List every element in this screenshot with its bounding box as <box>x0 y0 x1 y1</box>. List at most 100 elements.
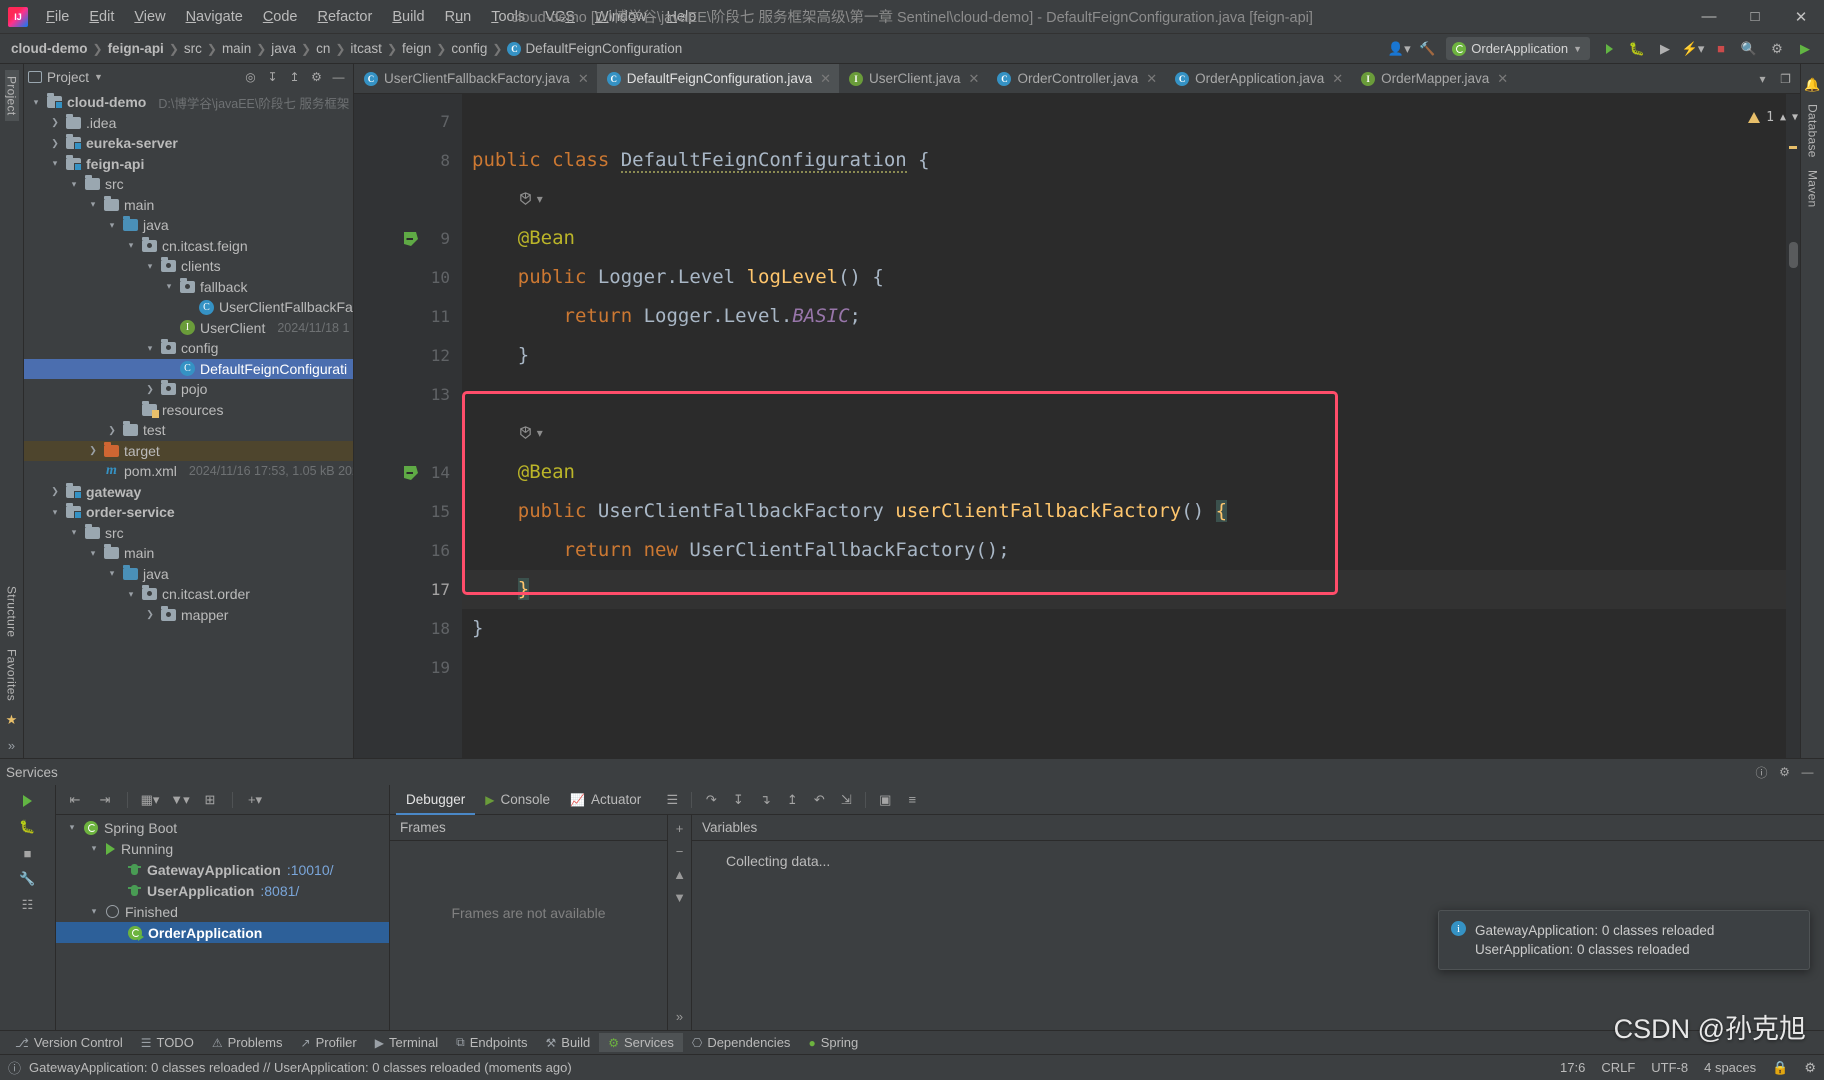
drop-frame-icon[interactable]: ↶ <box>806 788 832 812</box>
chevron-right-icon[interactable]: ❯ <box>49 487 61 496</box>
file-encoding[interactable]: UTF-8 <box>1651 1060 1688 1075</box>
toolwindow-button-terminal[interactable]: ▶ Terminal <box>366 1033 447 1052</box>
move-up-icon[interactable]: ▲ <box>673 867 686 882</box>
debug-button[interactable]: 🐛 <box>15 815 41 839</box>
project-tree-item[interactable]: ❯ eureka-server <box>24 133 353 154</box>
tab-actuator[interactable]: 📈 Actuator <box>560 785 651 815</box>
status-info-icon[interactable]: ⓘ <box>8 1058 21 1077</box>
editor-tab[interactable]: C UserClientFallbackFactory.java ✕ <box>354 64 597 93</box>
toolwindow-button-services[interactable]: ⚙ Services <box>599 1033 683 1052</box>
breadcrumb-cloud-demo[interactable]: cloud-demo <box>8 39 91 58</box>
breadcrumb-main[interactable]: main <box>219 39 254 58</box>
services-item-port[interactable]: :8081/ <box>260 883 299 899</box>
project-tree-item[interactable]: ❯ gateway <box>24 482 353 503</box>
services-item-port[interactable]: :10010/ <box>287 862 334 878</box>
expand-strip-icon[interactable]: » <box>8 733 15 758</box>
project-tree-item[interactable]: ▾ feign-api <box>24 154 353 175</box>
chevron-down-icon[interactable]: ▾ <box>106 569 118 578</box>
layout-icon[interactable]: ☷ <box>15 893 41 917</box>
breadcrumb-src[interactable]: src <box>181 39 205 58</box>
expand-more-icon[interactable]: » <box>676 1009 683 1030</box>
tool-button-maven[interactable]: Maven <box>1806 164 1820 214</box>
breadcrumb-feign-api[interactable]: feign-api <box>105 39 167 58</box>
close-button[interactable]: ✕ <box>1778 0 1824 34</box>
menu-file[interactable]: File <box>36 5 79 29</box>
preview-icon[interactable]: ❐ <box>1775 68 1796 89</box>
close-tab-icon[interactable]: ✕ <box>1146 71 1157 87</box>
services-tree-item[interactable]: UserApplication:8081/ <box>56 880 389 901</box>
project-tree-item[interactable]: ▾ java <box>24 564 353 585</box>
add-icon[interactable]: +▾ <box>242 788 268 812</box>
user-avatar-icon[interactable]: 👤▾ <box>1386 37 1412 61</box>
breadcrumb-feign[interactable]: feign <box>399 39 434 58</box>
inspection-icon[interactable]: ⚙ <box>1804 1060 1816 1076</box>
chevron-right-icon[interactable]: ❯ <box>144 384 156 394</box>
services-tree-item[interactable]: GatewayApplication:10010/ <box>56 859 389 880</box>
tool-button-project[interactable]: Project <box>4 70 19 122</box>
tabs-dropdown-icon[interactable]: ▾ <box>1752 68 1773 89</box>
minimize-button[interactable]: — <box>1686 0 1732 34</box>
indent-setting[interactable]: 4 spaces <box>1704 1060 1756 1075</box>
spring-bean-gutter-icon[interactable] <box>402 230 420 248</box>
close-tab-icon[interactable]: ✕ <box>820 71 831 87</box>
settings-gear-icon[interactable]: ⚙ <box>306 67 327 88</box>
chevron-down-icon[interactable]: ▾ <box>106 220 118 230</box>
group-by-icon[interactable]: ▦▾ <box>137 788 163 812</box>
editor-tab-bar[interactable]: C UserClientFallbackFactory.java ✕ C Default… <box>354 64 1800 94</box>
chevron-down-icon[interactable]: ▾ <box>125 241 137 250</box>
layout-settings-icon[interactable]: ☰ <box>659 788 685 812</box>
chevron-right-icon[interactable]: ❯ <box>49 118 61 127</box>
editor-tab[interactable]: C OrderApplication.java ✕ <box>1165 64 1351 93</box>
expand-all-icon[interactable]: ↧ <box>262 67 283 88</box>
toolwindow-button-version-control[interactable]: ⎇ Version Control <box>6 1033 132 1052</box>
chevron-down-icon[interactable]: ▾ <box>163 282 175 291</box>
search-icon[interactable]: 🔍 <box>1736 37 1762 61</box>
editor-tab[interactable]: C DefaultFeignConfiguration.java ✕ <box>596 64 839 93</box>
project-tree-item[interactable]: ▾ clients <box>24 256 353 277</box>
close-tab-icon[interactable]: ✕ <box>1332 71 1343 87</box>
chevron-down-icon[interactable]: ▾ <box>66 823 78 832</box>
tool-button-favorites[interactable]: Favorites <box>5 643 19 707</box>
project-tree-item[interactable]: ▾ config <box>24 338 353 359</box>
settings-wrench-icon[interactable]: 🔧 <box>15 867 41 891</box>
spring-bean-inlay-icon[interactable]: ▾ <box>518 414 543 453</box>
debug-icon[interactable]: 🐛 <box>1624 37 1650 61</box>
project-tree-item[interactable]: ▾ java <box>24 215 353 236</box>
project-tree-item[interactable]: C DefaultFeignConfigurati <box>24 358 353 379</box>
editor-tab[interactable]: I OrderMapper.java ✕ <box>1351 64 1516 93</box>
project-file-tree[interactable]: ▾ cloud-demo D:\博学谷\javaEE\阶段七 服务框架 ❯ .idea ❯… <box>24 90 353 758</box>
tab-console[interactable]: ▶ Console <box>475 785 560 815</box>
menu-run[interactable]: Run <box>435 5 482 29</box>
project-tree-item[interactable]: ▾ order-service <box>24 502 353 523</box>
settings-gear-icon[interactable]: ⚙ <box>1774 762 1795 783</box>
chevron-down-icon[interactable]: ▾ <box>87 548 99 558</box>
chevron-right-icon[interactable]: ❯ <box>144 610 156 619</box>
menu-vcs[interactable]: VCS <box>535 5 585 29</box>
hide-panel-icon[interactable]: — <box>1797 762 1818 783</box>
editor-scrollbar-thumb[interactable] <box>1789 242 1798 268</box>
caret-position[interactable]: 17:6 <box>1560 1060 1585 1075</box>
collapse-all-icon[interactable]: ↥ <box>284 67 305 88</box>
chevron-right-icon[interactable]: ❯ <box>49 138 61 148</box>
menu-tools[interactable]: Tools <box>481 5 535 29</box>
maximize-button[interactable]: □ <box>1732 0 1778 34</box>
chevron-down-icon[interactable]: ▾ <box>30 97 42 107</box>
chevron-down-icon[interactable]: ▾ <box>68 528 80 537</box>
toolwindow-button-profiler[interactable]: ↗ Profiler <box>292 1033 366 1052</box>
stop-icon[interactable]: ■ <box>1708 37 1734 61</box>
menu-code[interactable]: Code <box>253 5 308 29</box>
project-tree-item[interactable]: ▾ main <box>24 195 353 216</box>
line-separator[interactable]: CRLF <box>1601 1060 1635 1075</box>
warning-stripe-mark[interactable] <box>1789 146 1797 149</box>
menu-window[interactable]: Window <box>585 5 657 29</box>
breadcrumb-java[interactable]: java <box>268 39 299 58</box>
toolwindow-button-problems[interactable]: ⚠ Problems <box>203 1033 292 1052</box>
force-step-into-icon[interactable]: ↴ <box>752 788 778 812</box>
close-tab-icon[interactable]: ✕ <box>578 71 589 87</box>
tool-button-structure[interactable]: Structure <box>5 580 19 643</box>
add-service-view-icon[interactable]: ⊞ <box>197 788 223 812</box>
breadcrumb-class[interactable]: C DefaultFeignConfiguration <box>504 39 685 58</box>
run-to-cursor-icon[interactable]: ⇲ <box>833 788 859 812</box>
breadcrumb-config[interactable]: config <box>448 39 490 58</box>
tool-window-bar[interactable]: ⎇ Version Control ☰ TODO ⚠ Problems ↗ Profiler ▶… <box>0 1030 1824 1054</box>
